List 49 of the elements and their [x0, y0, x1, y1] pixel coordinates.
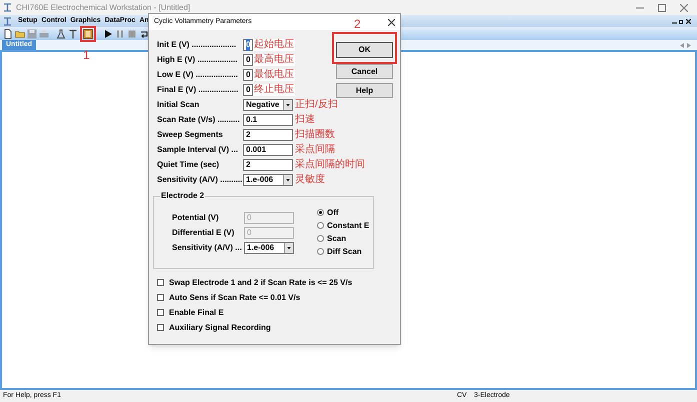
field-label: Differential E (V) — [172, 226, 236, 238]
callout-number: 1 — [83, 48, 90, 60]
input-field[interactable]: 0 — [243, 84, 253, 96]
annotation-note: 终止电压 — [253, 84, 295, 96]
dialog-button[interactable]: Help — [336, 83, 393, 98]
dropdown[interactable]: 1.e-006 — [244, 242, 294, 254]
field-label: Potential (V) — [172, 212, 220, 224]
field-label: Sweep Segments — [157, 128, 224, 140]
checkbox-label: Swap Electrode 1 and 2 if Scan Rate is <= 25 V/s — [169, 276, 352, 288]
input-field[interactable]: 2 — [243, 158, 293, 170]
checkbox-label: Enable Final E — [169, 306, 224, 318]
window-title: CHI760E Electrochemical Workstation - [Untitled] — [16, 2, 190, 14]
radio-label: Constant E — [327, 220, 370, 232]
annotation-note: 最低电压 — [253, 68, 295, 80]
annotation-note: 采点间隔的时间 — [295, 158, 365, 170]
annotation-note: 灵敏度 — [295, 174, 325, 186]
radio-label: Off — [327, 206, 339, 218]
input-field[interactable]: 0 — [243, 68, 253, 80]
checkbox-label: Auto Sens if Scan Rate <= 0.01 V/s — [169, 292, 300, 304]
field-label: Init E (V) .................... — [157, 38, 238, 50]
dropdown[interactable]: Negative — [243, 98, 293, 110]
ok-button[interactable]: OK — [336, 42, 393, 58]
input-field[interactable]: 2 — [243, 128, 293, 140]
input-field[interactable]: 0.001 — [243, 144, 293, 156]
group-title: Electrode 2 — [160, 191, 206, 201]
annotation-note: 扫描圈数 — [295, 128, 335, 140]
checkbox-label: Auxiliary Signal Recording — [169, 322, 271, 334]
annotation-note: 扫速 — [295, 114, 315, 126]
field-label: Low E (V) ................... — [157, 68, 239, 80]
field-label: Final E (V) .................. — [157, 84, 240, 96]
annotation-note: 采点间隔 — [295, 144, 335, 156]
field-label: Sample Interval (V) ... — [157, 144, 239, 156]
dialog-button[interactable]: Cancel — [336, 64, 393, 79]
annotation-note: 起始电压 — [253, 38, 295, 50]
field-label: Initial Scan — [157, 98, 200, 110]
radio-label: Scan — [327, 232, 346, 244]
input-field[interactable]: 0.1 — [243, 114, 293, 126]
field-label: High E (V) .................. — [157, 54, 238, 66]
field-label: Sensitivity (A/V) ... — [172, 242, 243, 254]
input-field[interactable]: 0 — [243, 38, 253, 50]
annotation-note: 正扫/反扫 — [295, 98, 338, 110]
annotation-note: 最高电压 — [253, 54, 295, 66]
input-field[interactable]: 0 — [243, 54, 253, 66]
dropdown[interactable]: 1.e-006 — [243, 174, 293, 186]
field-label: Scan Rate (V/s) .......... — [157, 114, 241, 126]
field-label: Quiet Time (sec) — [157, 158, 220, 170]
radio-label: Diff Scan — [327, 246, 362, 258]
field-label: Sensitivity (A/V) .......... — [157, 174, 243, 186]
callout-number: 2 — [354, 18, 361, 30]
